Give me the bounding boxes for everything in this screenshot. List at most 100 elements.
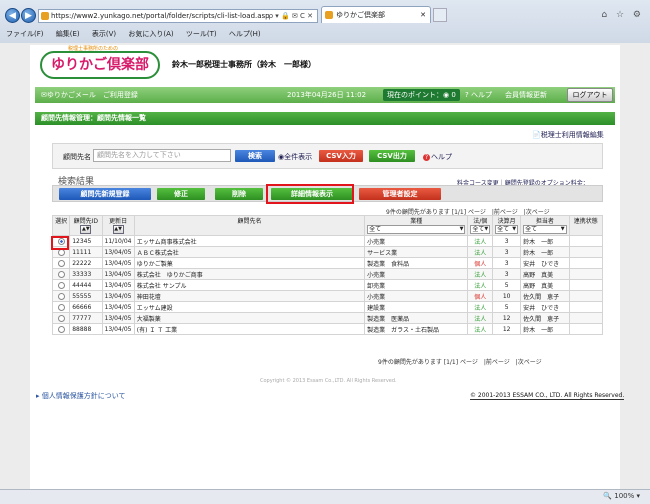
menu-view[interactable]: 表示(V) xyxy=(92,30,116,38)
menu-edit[interactable]: 編集(E) xyxy=(56,30,80,38)
new-tab-button[interactable] xyxy=(433,8,447,22)
privacy-link[interactable]: ▸ 個人情報保護方針について xyxy=(36,391,126,401)
menu-tools[interactable]: ツール(T) xyxy=(186,30,217,38)
table-row[interactable]: 55555 13/04/05 神田花壇 小売業 個人 10 佐久間 恵子 xyxy=(51,290,604,302)
mail-register-link[interactable]: ✉ゆりかごメール ご利用登録 xyxy=(41,87,138,103)
col-month: 決算月 全て xyxy=(492,215,522,236)
row-select-radio[interactable] xyxy=(57,281,65,289)
client-id: 77777 xyxy=(72,314,92,322)
forward-button[interactable]: ▶ xyxy=(21,8,36,23)
sort-id-buttons[interactable]: ▲▼ xyxy=(80,225,92,234)
client-id: 88888 xyxy=(72,325,92,333)
pager-bottom[interactable]: 9件の顧問先があります [1/1] ページ |前ページ |次ページ xyxy=(378,357,542,366)
cell-link-status xyxy=(568,312,604,324)
sort-date-buttons[interactable]: ▲▼ xyxy=(112,225,124,234)
address-bar[interactable]: https://www2.yunkago.net/portal/folder/s… xyxy=(38,9,318,23)
type-filter-select[interactable]: 全て xyxy=(470,225,491,234)
cell-link-status xyxy=(568,257,604,269)
entity-type: 個人 xyxy=(474,293,487,301)
assigned-person: 鈴木 一郎 xyxy=(523,326,554,334)
client-name-input[interactable]: 顧問先名を入力して下さい xyxy=(93,149,231,162)
browser-tab[interactable]: ゆりかご倶楽部 ✕ xyxy=(321,6,431,23)
month-filter-select[interactable]: 全て xyxy=(495,225,519,234)
cell-client-name: 株式会社 ゆりかご商事 xyxy=(133,268,366,280)
tab-close-icon[interactable]: ✕ xyxy=(420,7,426,23)
menu-help[interactable]: ヘルプ(H) xyxy=(229,30,261,38)
member-update-link[interactable]: 会員情報更新 xyxy=(505,87,547,103)
header-bar: ✉ゆりかごメール ご利用登録 2013年04月26日 11:02 現在のポイント… xyxy=(35,87,615,103)
industry: 製造業 ガラス・土石製品 xyxy=(367,326,439,334)
cell-fiscal-month: 3 xyxy=(492,235,522,247)
address-bar-icons[interactable]: ρ ▾ 🔒 ✉ C ✕ xyxy=(269,10,313,22)
search-button[interactable]: 検索 xyxy=(235,150,275,162)
delete-button[interactable]: 削除 xyxy=(215,188,263,200)
fiscal-month: 5 xyxy=(504,303,509,311)
row-select-radio[interactable] xyxy=(57,292,65,300)
client-name: (有) Ｉ Ｔ 工業 xyxy=(136,326,178,334)
tax-info-edit-link[interactable]: 📄税理士利用情報編集 xyxy=(532,130,604,140)
cell-row-select-radio xyxy=(51,301,71,313)
table-row[interactable]: 11111 13/04/05 ＡＢＣ株式会社 サービス業 法人 3 鈴木 一郎 xyxy=(51,246,604,258)
browser-toolbar-icons[interactable]: ⌂ ☆ ⚙ xyxy=(601,10,644,20)
back-button[interactable]: ◀ xyxy=(5,8,20,23)
cell-fiscal-month: 5 xyxy=(492,279,522,291)
table-row[interactable]: 22222 13/04/05 ゆりかご製菓 製造業 食料品 個人 3 安井 ひでき xyxy=(51,257,604,269)
row-select-radio[interactable] xyxy=(57,303,65,311)
client-name: 神田花壇 xyxy=(136,293,161,301)
cell-updated-date: 13/04/05 xyxy=(101,279,135,291)
client-id: 66666 xyxy=(72,303,92,311)
assigned-person: 佐久間 恵子 xyxy=(523,315,560,323)
admin-settings-button[interactable]: 管理者設定 xyxy=(359,188,441,200)
logo-text: ゆりかご倶楽部 xyxy=(51,57,149,73)
cell-client-id: 11111 xyxy=(69,246,103,258)
csv-import-button[interactable]: CSV入力 xyxy=(319,150,363,162)
register-client-button[interactable]: 顧問先新規登録 xyxy=(59,188,151,200)
row-select-radio[interactable] xyxy=(57,325,65,333)
edit-button[interactable]: 修正 xyxy=(157,188,205,200)
menu-file[interactable]: ファイル(F) xyxy=(6,30,44,38)
cell-client-id: 12345 xyxy=(69,235,103,247)
table-row[interactable]: 77777 13/04/05 大福製薬 製造業 医薬品 法人 12 佐久間 恵子 xyxy=(51,312,604,324)
cell-updated-date: 13/04/05 xyxy=(101,290,135,302)
col-link: 連携状態 xyxy=(568,215,604,236)
updated-date: 13/04/05 xyxy=(104,259,132,267)
site-logo[interactable]: ゆりかご倶楽部 xyxy=(40,51,160,79)
client-name: エッサム建設 xyxy=(136,304,173,312)
table-row[interactable]: 33333 13/04/05 株式会社 ゆりかご商事 小売業 法人 3 高野 真美 xyxy=(51,268,604,280)
cell-link-status xyxy=(568,323,604,335)
cell-link-status xyxy=(568,235,604,247)
cell-updated-date: 13/04/05 xyxy=(101,268,135,280)
show-all-link[interactable]: ◉全件表示 xyxy=(278,152,312,162)
client-name: ゆりかご製菓 xyxy=(136,260,173,268)
row-select-radio[interactable] xyxy=(57,259,65,267)
row-select-radio[interactable] xyxy=(57,314,65,322)
fiscal-month: 5 xyxy=(504,281,509,289)
person-filter-select[interactable]: 全て xyxy=(523,225,567,234)
fiscal-month: 12 xyxy=(502,325,511,333)
client-id: 11111 xyxy=(72,248,92,256)
filter-help-link[interactable]: ? ヘルプ xyxy=(423,152,452,162)
industry-filter-select[interactable]: 全て xyxy=(367,225,466,234)
row-select-radio[interactable] xyxy=(57,270,65,278)
table-row[interactable]: 66666 13/04/05 エッサム建設 建設業 法人 5 安井 ひでき xyxy=(51,301,604,313)
entity-type: 個人 xyxy=(474,260,487,268)
cell-entity-type: 法人 xyxy=(467,235,494,247)
industry: 製造業 食料品 xyxy=(367,260,410,268)
cell-industry: 小売業 xyxy=(364,235,469,247)
header-help-link[interactable]: ? ヘルプ xyxy=(465,87,492,103)
menu-favorites[interactable]: お気に入り(A) xyxy=(128,30,173,38)
client-name: ＡＢＣ株式会社 xyxy=(136,249,179,257)
cell-link-status xyxy=(568,290,604,302)
fiscal-month: 3 xyxy=(504,237,509,245)
zoom-level[interactable]: 🔍 100% ▾ xyxy=(603,492,640,500)
table-row[interactable]: 88888 13/04/05 (有) Ｉ Ｔ 工業 製造業 ガラス・土石製品 法人 12 鈴… xyxy=(51,323,604,335)
cell-client-id: 66666 xyxy=(69,301,103,313)
fiscal-month: 3 xyxy=(504,270,509,278)
updated-date: 13/04/05 xyxy=(104,292,132,300)
site-favicon-icon xyxy=(41,12,49,20)
csv-export-button[interactable]: CSV出力 xyxy=(369,150,415,162)
logout-button[interactable]: ログアウト xyxy=(567,88,613,102)
table-row[interactable]: 12345 11/10/04 エッサム商事株式会社 小売業 法人 3 鈴木 一郎 xyxy=(51,235,604,247)
table-row[interactable]: 44444 13/04/05 株式会社 サンプル 卸売業 法人 5 高野 真美 xyxy=(51,279,604,291)
cell-updated-date: 13/04/05 xyxy=(101,301,135,313)
